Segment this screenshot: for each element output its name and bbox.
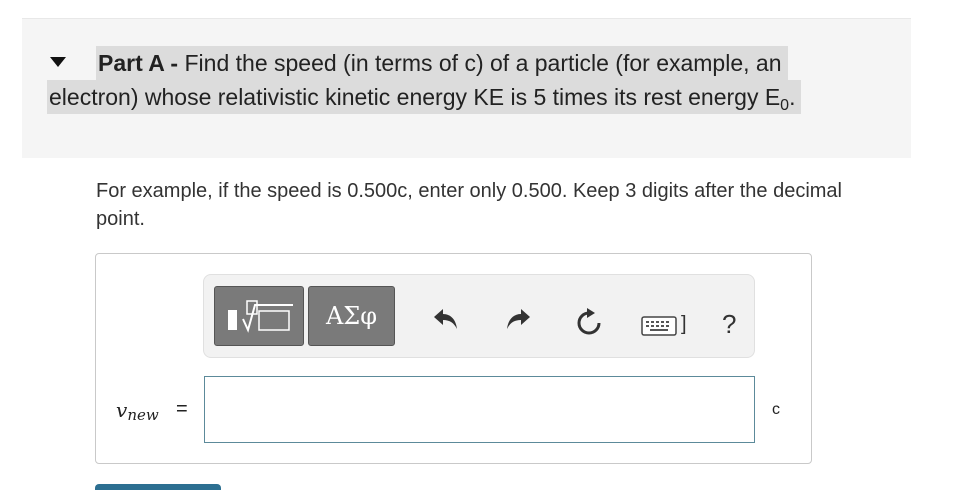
- question-line-2: electron) whose relativistic kinetic ene…: [47, 80, 802, 114]
- greek-symbols-button[interactable]: ΑΣφ: [308, 286, 395, 346]
- question-subscript: 0: [780, 97, 790, 114]
- question-end: .: [789, 84, 796, 110]
- equals-sign: =: [176, 398, 188, 420]
- unit-label: c: [772, 401, 780, 418]
- keyboard-icon[interactable]: [641, 316, 677, 336]
- collapse-caret-icon[interactable]: [50, 57, 66, 67]
- instructions-text: For example, if the speed is 0.500c, ent…: [96, 180, 842, 230]
- keyboard-bracket: ]: [681, 313, 687, 335]
- part-label: Part A: [98, 50, 165, 76]
- undo-icon[interactable]: [432, 306, 460, 332]
- redo-icon[interactable]: [504, 306, 532, 332]
- answer-input[interactable]: [204, 376, 755, 443]
- question-line-1: Part A - Find the speed (in terms of c) …: [96, 46, 788, 80]
- variable-label: vnew: [116, 398, 159, 424]
- variable-subscript: new: [127, 406, 159, 424]
- templates-icon: [228, 300, 293, 333]
- question-text-2: electron) whose relativistic kinetic ene…: [49, 84, 781, 110]
- submit-button[interactable]: [95, 484, 221, 490]
- reset-icon[interactable]: [574, 308, 604, 338]
- variable-name: v: [116, 398, 128, 422]
- question-text-1: Find the speed (in terms of c) of a part…: [184, 50, 782, 76]
- templates-button[interactable]: [214, 286, 304, 346]
- help-button[interactable]: ?: [722, 309, 736, 340]
- part-separator: -: [164, 50, 185, 76]
